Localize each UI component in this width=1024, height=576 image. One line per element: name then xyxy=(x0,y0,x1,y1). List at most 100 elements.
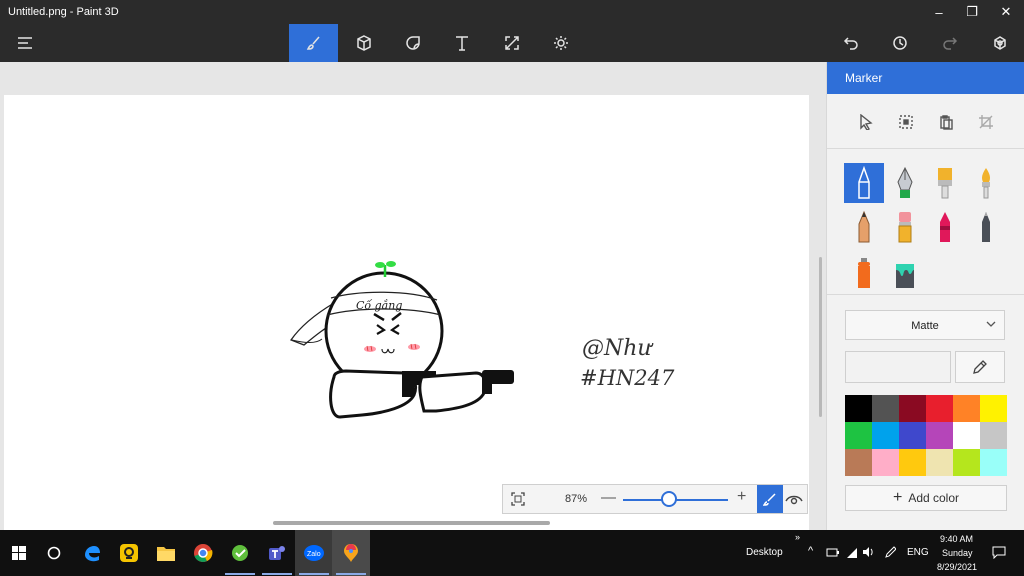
color-swatch[interactable] xyxy=(899,422,926,449)
notification-icon[interactable] xyxy=(992,546,1006,559)
paste-tool[interactable] xyxy=(938,114,956,132)
mixed-reality-button[interactable] xyxy=(975,24,1024,62)
3d-shapes-icon xyxy=(356,35,371,51)
text-icon xyxy=(455,36,468,51)
vertical-scrollbar[interactable] xyxy=(819,257,822,417)
paint3d-icon xyxy=(344,544,358,562)
minimize-button[interactable]: – xyxy=(922,0,956,24)
desktop-toolbar-label[interactable]: Desktop xyxy=(746,547,783,558)
wifi-icon[interactable] xyxy=(846,547,858,559)
color-swatch[interactable] xyxy=(899,449,926,476)
taskbar-edge[interactable] xyxy=(73,530,111,576)
taskbar-teams[interactable] xyxy=(258,530,296,576)
watercolor-brush[interactable] xyxy=(966,163,1006,203)
eraser-brush[interactable] xyxy=(885,207,925,247)
taskbar-app[interactable] xyxy=(221,530,259,576)
taskbar-search-app[interactable] xyxy=(110,530,148,576)
fill-bucket[interactable] xyxy=(885,253,925,293)
color-swatch[interactable] xyxy=(953,449,980,476)
language-indicator[interactable]: ENG xyxy=(907,547,929,558)
color-swatch[interactable] xyxy=(845,422,872,449)
color-swatch[interactable] xyxy=(872,395,899,422)
brushes-icon xyxy=(306,36,320,50)
oil-brush[interactable] xyxy=(925,163,965,203)
drawing-canvas[interactable]: Cố gắng @Như #HN247 xyxy=(4,95,809,530)
eyedropper-button[interactable] xyxy=(955,351,1005,383)
tab-text[interactable] xyxy=(437,24,486,62)
horizontal-scrollbar[interactable] xyxy=(273,521,550,525)
edge-icon xyxy=(85,546,100,562)
spray-can-brush[interactable] xyxy=(844,253,884,293)
battery-icon[interactable] xyxy=(826,547,840,558)
toolbar-expand-icon[interactable]: » xyxy=(795,532,800,542)
signature-line1: @Như xyxy=(582,336,653,361)
taskbar: Zalo Desktop » ^ ENG 9:40 AM Sunday 8/29… xyxy=(0,530,1024,576)
zoom-percent: 87% xyxy=(565,493,588,505)
current-color-swatch[interactable] xyxy=(845,351,951,383)
add-color-button[interactable]: + Add color xyxy=(845,485,1007,511)
color-swatch[interactable] xyxy=(872,422,899,449)
fit-to-screen-icon[interactable] xyxy=(511,492,525,506)
color-swatch[interactable] xyxy=(926,422,953,449)
volume-icon[interactable] xyxy=(862,546,875,558)
brush-panel: Marker Matte + Add color xyxy=(826,62,1024,530)
taskbar-zalo[interactable]: Zalo xyxy=(295,530,333,576)
color-swatch[interactable] xyxy=(872,449,899,476)
marker-brush[interactable] xyxy=(844,163,884,203)
undo-button[interactable] xyxy=(826,24,875,62)
color-swatch[interactable] xyxy=(953,395,980,422)
finish-dropdown[interactable]: Matte xyxy=(845,310,1005,340)
color-swatch[interactable] xyxy=(953,422,980,449)
history-button[interactable] xyxy=(875,24,924,62)
workspace: Cố gắng @Như #HN247 87% — + xyxy=(0,62,826,530)
running-indicator xyxy=(262,573,292,575)
calligraphy-pen-brush[interactable] xyxy=(885,163,925,203)
color-swatch[interactable] xyxy=(926,395,953,422)
search-app-icon xyxy=(120,544,138,562)
tab-effects[interactable] xyxy=(536,24,585,62)
crayon-brush[interactable] xyxy=(925,207,965,247)
start-button[interactable] xyxy=(0,530,38,576)
drawing-artwork: Cố gắng @Như #HN247 xyxy=(289,261,675,419)
taskbar-file-explorer[interactable] xyxy=(147,530,185,576)
tab-canvas[interactable] xyxy=(487,24,536,62)
running-indicator xyxy=(299,573,329,575)
zoom-slider-thumb[interactable] xyxy=(661,491,678,507)
pen-workspace-icon[interactable] xyxy=(884,546,896,558)
teams-icon xyxy=(269,546,285,560)
select-tool[interactable] xyxy=(858,113,876,132)
pen-icon xyxy=(763,493,776,506)
clock-time[interactable]: 9:40 AM xyxy=(940,534,973,544)
cortana-button[interactable] xyxy=(35,530,73,576)
color-swatch[interactable] xyxy=(980,449,1007,476)
color-swatch[interactable] xyxy=(980,395,1007,422)
close-button[interactable]: ✕ xyxy=(989,0,1023,24)
pixel-pen-icon xyxy=(982,212,990,242)
pixel-pen-brush[interactable] xyxy=(966,207,1006,247)
chevron-up-icon[interactable]: ^ xyxy=(808,545,813,557)
maximize-button[interactable]: ❐ xyxy=(955,0,989,24)
tab-brushes[interactable] xyxy=(289,24,338,62)
tab-3d-shapes[interactable] xyxy=(339,24,388,62)
view-mode-icon[interactable] xyxy=(785,491,803,507)
menu-button[interactable] xyxy=(0,24,49,62)
crop-select-tool[interactable] xyxy=(898,114,916,132)
zoom-in-button[interactable]: + xyxy=(737,488,746,506)
color-swatch[interactable] xyxy=(926,449,953,476)
color-swatch[interactable] xyxy=(980,422,1007,449)
title-bar: Untitled.png - Paint 3D – ❐ ✕ xyxy=(0,0,1024,24)
taskbar-paint3d[interactable] xyxy=(332,530,370,576)
crop-tool[interactable] xyxy=(978,114,996,132)
color-swatch[interactable] xyxy=(899,395,926,422)
redo-button[interactable] xyxy=(925,24,974,62)
color-swatch[interactable] xyxy=(845,449,872,476)
clock-day[interactable]: Sunday xyxy=(942,548,973,558)
zoom-out-button[interactable]: — xyxy=(601,489,616,506)
pencil-brush[interactable] xyxy=(844,207,884,247)
clock-date[interactable]: 8/29/2021 xyxy=(937,562,977,572)
taskbar-chrome[interactable] xyxy=(184,530,222,576)
color-swatch[interactable] xyxy=(845,395,872,422)
color-palette xyxy=(845,395,1007,476)
draw-mode-button[interactable] xyxy=(757,485,783,513)
tab-stickers[interactable] xyxy=(388,24,437,62)
